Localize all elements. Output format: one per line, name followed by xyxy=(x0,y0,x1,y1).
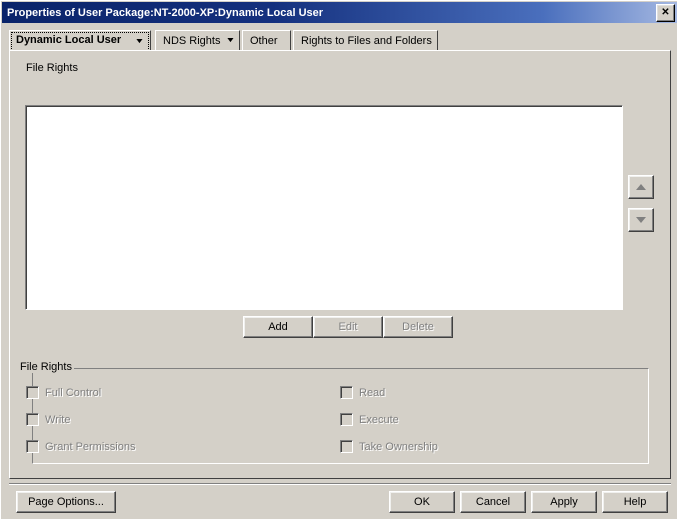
checkbox-icon xyxy=(26,440,39,453)
move-down-button[interactable] xyxy=(628,208,654,232)
apply-button[interactable]: Apply xyxy=(531,491,597,513)
properties-dialog: Properties of User Package:NT-2000-XP:Dy… xyxy=(0,0,678,520)
add-button-label: Add xyxy=(268,321,288,333)
tab-content-panel: File Rights Add Edit Delete File Rights … xyxy=(9,50,671,479)
checkbox-full-control: Full Control xyxy=(26,386,101,399)
tab-label: Rights to Files and Folders xyxy=(301,34,432,47)
cancel-label: Cancel xyxy=(475,496,511,508)
checkbox-icon xyxy=(340,440,353,453)
window-title: Properties of User Package:NT-2000-XP:Dy… xyxy=(7,6,324,19)
help-button[interactable]: Help xyxy=(602,491,668,513)
ok-button[interactable]: OK xyxy=(389,491,455,513)
tab-other[interactable]: Other xyxy=(242,30,291,51)
checkbox-label: Write xyxy=(45,413,71,426)
cancel-button[interactable]: Cancel xyxy=(460,491,526,513)
tab-rights-to-files-and-folders[interactable]: Rights to Files and Folders xyxy=(293,30,438,51)
delete-button: Delete xyxy=(383,316,453,338)
checkbox-label: Read xyxy=(359,386,386,399)
tab-label: NDS Rights xyxy=(163,34,221,47)
delete-button-label: Delete xyxy=(402,321,434,333)
add-button[interactable]: Add xyxy=(243,316,313,338)
help-label: Help xyxy=(623,496,647,508)
footer-separator xyxy=(9,483,671,485)
checkbox-take-ownership: Take Ownership xyxy=(340,440,438,453)
checkbox-label: Grant Permissions xyxy=(45,440,136,453)
ok-label: OK xyxy=(414,496,430,508)
checkbox-write: Write xyxy=(26,413,70,426)
chevron-down-icon[interactable]: ▼ xyxy=(134,38,144,45)
tab-active-label: Dynamic Local User xyxy=(16,34,122,46)
page-options-button[interactable]: Page Options... xyxy=(16,491,116,513)
checkbox-icon xyxy=(340,413,353,426)
checkbox-label: Execute xyxy=(359,413,399,426)
checkbox-icon xyxy=(26,386,39,399)
tab-nds-rights[interactable]: NDS Rights ▼ xyxy=(155,30,240,51)
edit-button: Edit xyxy=(313,316,383,338)
checkbox-execute: Execute xyxy=(340,413,399,426)
close-icon[interactable]: ✕ xyxy=(656,4,675,22)
arrow-up-icon xyxy=(636,184,646,190)
file-rights-listbox[interactable] xyxy=(25,105,623,310)
checkbox-grant-permissions: Grant Permissions xyxy=(26,440,135,453)
edit-button-label: Edit xyxy=(338,321,358,333)
checkbox-icon xyxy=(26,413,39,426)
title-bar: Properties of User Package:NT-2000-XP:Dy… xyxy=(2,2,677,23)
checkbox-read: Read xyxy=(340,386,385,399)
file-rights-groupbox-title: File Rights xyxy=(18,361,74,373)
checkbox-icon xyxy=(340,386,353,399)
tab-label: Other xyxy=(250,34,278,47)
apply-label: Apply xyxy=(550,496,578,508)
arrow-down-icon xyxy=(636,217,646,223)
page-options-label: Page Options... xyxy=(28,496,104,508)
chevron-down-icon[interactable]: ▼ xyxy=(226,37,236,44)
file-rights-list-label: File Rights xyxy=(26,62,78,74)
checkbox-label: Full Control xyxy=(45,386,102,399)
tab-strip: Dynamic Local User ▼ File Rights NDS Rig… xyxy=(9,30,671,69)
checkbox-label: Take Ownership xyxy=(359,440,438,453)
move-up-button[interactable] xyxy=(628,175,654,199)
